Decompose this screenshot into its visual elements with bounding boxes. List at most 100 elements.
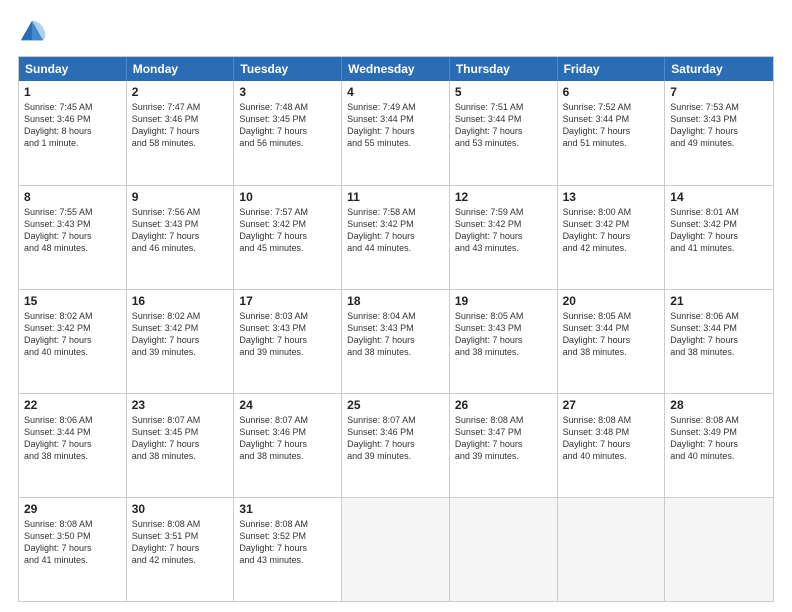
calendar-cell: 8 Sunrise: 7:55 AMSunset: 3:43 PMDaylight… <box>19 186 127 289</box>
calendar-row-1: 1Sunrise: 7:45 AMSunset: 3:46 PMDaylight… <box>19 81 773 185</box>
calendar-cell: 29 Sunrise: 8:08 AMSunset: 3:50 PMDayligh… <box>19 498 127 601</box>
header <box>18 18 774 46</box>
calendar-cell <box>342 498 450 601</box>
cell-content: Sunrise: 8:08 AMSunset: 3:49 PMDaylight:… <box>670 414 768 463</box>
calendar-cell <box>665 498 773 601</box>
day-number: 15 <box>24 294 121 308</box>
day-number: 27 <box>563 398 660 412</box>
calendar-cell: 9Sunrise: 7:56 AMSunset: 3:43 PMDaylight… <box>127 186 235 289</box>
day-number: 3 <box>239 85 336 99</box>
day-number: 16 <box>132 294 229 308</box>
day-number: 8 <box>24 190 121 204</box>
cell-content: Sunrise: 8:02 AMSunset: 3:42 PMDaylight:… <box>132 310 229 359</box>
day-number: 12 <box>455 190 552 204</box>
header-day-thursday: Thursday <box>450 57 558 81</box>
day-number: 20 <box>563 294 660 308</box>
calendar-cell: 30Sunrise: 8:08 AMSunset: 3:51 PMDayligh… <box>127 498 235 601</box>
calendar-cell: 16 Sunrise: 8:02 AMSunset: 3:42 PMDayligh… <box>127 290 235 393</box>
calendar-cell: 31 Sunrise: 8:08 AMSunset: 3:52 PMDayligh… <box>234 498 342 601</box>
cell-content: Sunrise: 7:57 AMSunset: 3:42 PMDaylight:… <box>239 206 336 255</box>
calendar-header: SundayMondayTuesdayWednesdayThursdayFrid… <box>19 57 773 81</box>
calendar-cell: 18 Sunrise: 8:04 AMSunset: 3:43 PMDayligh… <box>342 290 450 393</box>
calendar-cell: 13 Sunrise: 8:00 AMSunset: 3:42 PMDayligh… <box>558 186 666 289</box>
cell-content: Sunrise: 7:55 AMSunset: 3:43 PMDaylight:… <box>24 206 121 255</box>
cell-content: Sunrise: 7:51 AMSunset: 3:44 PMDaylight:… <box>455 101 552 150</box>
day-number: 10 <box>239 190 336 204</box>
calendar-cell: 2 Sunrise: 7:47 AMSunset: 3:46 PMDaylight… <box>127 81 235 185</box>
calendar-cell: 15 Sunrise: 8:02 AMSunset: 3:42 PMDayligh… <box>19 290 127 393</box>
cell-content: Sunrise: 8:03 AMSunset: 3:43 PMDaylight:… <box>239 310 336 359</box>
calendar: SundayMondayTuesdayWednesdayThursdayFrid… <box>18 56 774 602</box>
calendar-row-4: 22Sunrise: 8:06 AMSunset: 3:44 PMDayligh… <box>19 393 773 497</box>
cell-content: Sunrise: 8:04 AMSunset: 3:43 PMDaylight:… <box>347 310 444 359</box>
calendar-cell: 17 Sunrise: 8:03 AMSunset: 3:43 PMDayligh… <box>234 290 342 393</box>
cell-content: Sunrise: 8:05 AMSunset: 3:43 PMDaylight:… <box>455 310 552 359</box>
calendar-row-2: 8 Sunrise: 7:55 AMSunset: 3:43 PMDaylight… <box>19 185 773 289</box>
calendar-body: 1Sunrise: 7:45 AMSunset: 3:46 PMDaylight… <box>19 81 773 601</box>
calendar-cell: 6 Sunrise: 7:52 AMSunset: 3:44 PMDaylight… <box>558 81 666 185</box>
logo <box>18 18 48 46</box>
calendar-cell <box>450 498 558 601</box>
calendar-cell: 20 Sunrise: 8:05 AMSunset: 3:44 PMDayligh… <box>558 290 666 393</box>
calendar-cell: 21Sunrise: 8:06 AMSunset: 3:44 PMDayligh… <box>665 290 773 393</box>
cell-content: Sunrise: 8:05 AMSunset: 3:44 PMDaylight:… <box>563 310 660 359</box>
day-number: 11 <box>347 190 444 204</box>
cell-content: Sunrise: 7:48 AMSunset: 3:45 PMDaylight:… <box>239 101 336 150</box>
calendar-cell: 10 Sunrise: 7:57 AMSunset: 3:42 PMDayligh… <box>234 186 342 289</box>
cell-content: Sunrise: 7:58 AMSunset: 3:42 PMDaylight:… <box>347 206 444 255</box>
day-number: 24 <box>239 398 336 412</box>
day-number: 25 <box>347 398 444 412</box>
calendar-cell: 1Sunrise: 7:45 AMSunset: 3:46 PMDaylight… <box>19 81 127 185</box>
cell-content: Sunrise: 8:08 AMSunset: 3:50 PMDaylight:… <box>24 518 121 567</box>
day-number: 1 <box>24 85 121 99</box>
day-number: 6 <box>563 85 660 99</box>
calendar-cell: 22Sunrise: 8:06 AMSunset: 3:44 PMDayligh… <box>19 394 127 497</box>
header-day-tuesday: Tuesday <box>234 57 342 81</box>
logo-icon <box>18 18 46 46</box>
header-day-sunday: Sunday <box>19 57 127 81</box>
calendar-cell: 12 Sunrise: 7:59 AMSunset: 3:42 PMDayligh… <box>450 186 558 289</box>
day-number: 14 <box>670 190 768 204</box>
day-number: 29 <box>24 502 121 516</box>
cell-content: Sunrise: 8:08 AMSunset: 3:52 PMDaylight:… <box>239 518 336 567</box>
cell-content: Sunrise: 8:02 AMSunset: 3:42 PMDaylight:… <box>24 310 121 359</box>
cell-content: Sunrise: 7:52 AMSunset: 3:44 PMDaylight:… <box>563 101 660 150</box>
cell-content: Sunrise: 7:56 AMSunset: 3:43 PMDaylight:… <box>132 206 229 255</box>
cell-content: Sunrise: 8:00 AMSunset: 3:42 PMDaylight:… <box>563 206 660 255</box>
day-number: 31 <box>239 502 336 516</box>
calendar-cell: 27 Sunrise: 8:08 AMSunset: 3:48 PMDayligh… <box>558 394 666 497</box>
cell-content: Sunrise: 8:08 AMSunset: 3:48 PMDaylight:… <box>563 414 660 463</box>
header-day-friday: Friday <box>558 57 666 81</box>
day-number: 23 <box>132 398 229 412</box>
calendar-cell <box>558 498 666 601</box>
calendar-row-3: 15 Sunrise: 8:02 AMSunset: 3:42 PMDayligh… <box>19 289 773 393</box>
calendar-cell: 28 Sunrise: 8:08 AMSunset: 3:49 PMDayligh… <box>665 394 773 497</box>
day-number: 18 <box>347 294 444 308</box>
calendar-cell: 4Sunrise: 7:49 AMSunset: 3:44 PMDaylight… <box>342 81 450 185</box>
day-number: 2 <box>132 85 229 99</box>
cell-content: Sunrise: 8:01 AMSunset: 3:42 PMDaylight:… <box>670 206 768 255</box>
day-number: 5 <box>455 85 552 99</box>
calendar-cell: 26Sunrise: 8:08 AMSunset: 3:47 PMDayligh… <box>450 394 558 497</box>
calendar-cell: 7Sunrise: 7:53 AMSunset: 3:43 PMDaylight… <box>665 81 773 185</box>
day-number: 28 <box>670 398 768 412</box>
day-number: 19 <box>455 294 552 308</box>
page: SundayMondayTuesdayWednesdayThursdayFrid… <box>0 0 792 612</box>
day-number: 17 <box>239 294 336 308</box>
cell-content: Sunrise: 8:08 AMSunset: 3:47 PMDaylight:… <box>455 414 552 463</box>
day-number: 7 <box>670 85 768 99</box>
calendar-cell: 24Sunrise: 8:07 AMSunset: 3:46 PMDayligh… <box>234 394 342 497</box>
header-day-monday: Monday <box>127 57 235 81</box>
cell-content: Sunrise: 8:06 AMSunset: 3:44 PMDaylight:… <box>670 310 768 359</box>
cell-content: Sunrise: 8:07 AMSunset: 3:45 PMDaylight:… <box>132 414 229 463</box>
cell-content: Sunrise: 7:59 AMSunset: 3:42 PMDaylight:… <box>455 206 552 255</box>
calendar-cell: 5 Sunrise: 7:51 AMSunset: 3:44 PMDaylight… <box>450 81 558 185</box>
day-number: 13 <box>563 190 660 204</box>
calendar-cell: 14 Sunrise: 8:01 AMSunset: 3:42 PMDayligh… <box>665 186 773 289</box>
day-number: 22 <box>24 398 121 412</box>
calendar-cell: 23 Sunrise: 8:07 AMSunset: 3:45 PMDayligh… <box>127 394 235 497</box>
calendar-cell: 3 Sunrise: 7:48 AMSunset: 3:45 PMDaylight… <box>234 81 342 185</box>
cell-content: Sunrise: 7:47 AMSunset: 3:46 PMDaylight:… <box>132 101 229 150</box>
day-number: 30 <box>132 502 229 516</box>
header-day-wednesday: Wednesday <box>342 57 450 81</box>
